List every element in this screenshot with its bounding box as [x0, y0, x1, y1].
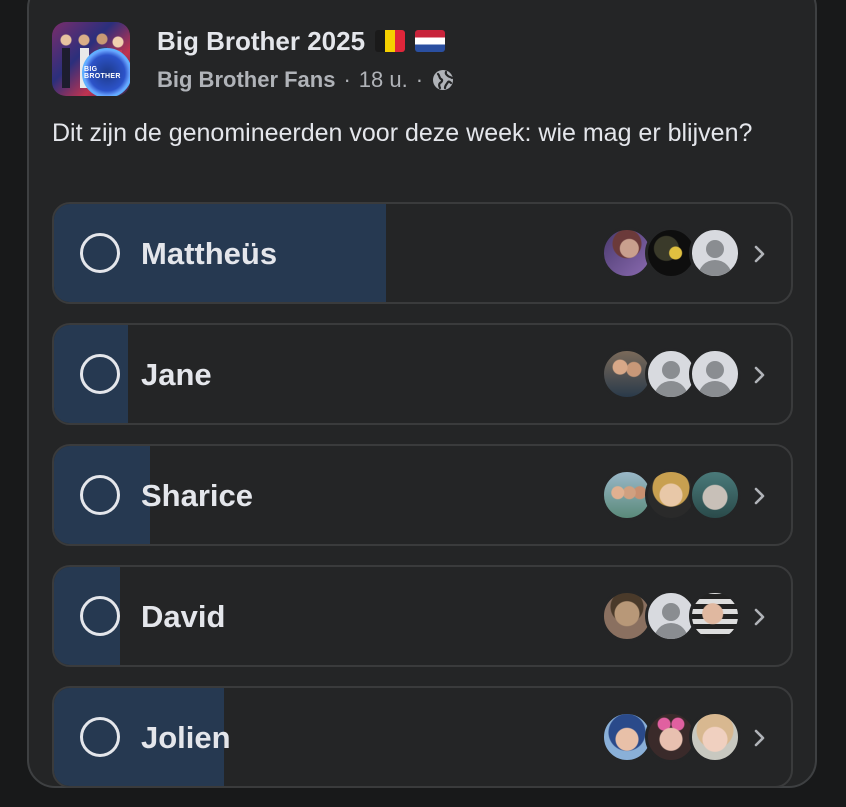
poll-option[interactable]: Mattheüs	[52, 202, 793, 304]
post-meta: Big Brother Fans · 18 u. ·	[157, 67, 455, 93]
voter-avatar	[689, 711, 741, 763]
poll-options: Mattheüs Jane Sharice David Jolien	[52, 202, 793, 807]
meta-separator: ·	[343, 67, 351, 92]
chevron-right-icon[interactable]	[753, 605, 767, 629]
chevron-right-icon[interactable]	[753, 484, 767, 508]
poll-option-label: Mattheüs	[141, 236, 278, 271]
author-name[interactable]: Big Brother Fans	[157, 67, 335, 93]
default-avatar-icon	[689, 348, 741, 400]
voter-avatars[interactable]	[601, 227, 741, 279]
poll-option-label: Jolien	[141, 720, 231, 755]
chevron-right-icon[interactable]	[753, 363, 767, 387]
poll-option[interactable]: Jane	[52, 323, 793, 425]
radio-button[interactable]	[80, 233, 120, 273]
voter-avatars[interactable]	[601, 590, 741, 642]
group-name[interactable]: Big Brother 2025	[157, 26, 446, 57]
poll-option-label: Sharice	[141, 478, 254, 513]
meta-separator: ·	[415, 67, 424, 92]
radio-button[interactable]	[80, 596, 120, 636]
voter-avatars[interactable]	[601, 348, 741, 400]
radio-button[interactable]	[80, 475, 120, 515]
group-name-text[interactable]: Big Brother 2025	[157, 26, 365, 56]
voter-avatars[interactable]	[601, 469, 741, 521]
chevron-right-icon[interactable]	[753, 242, 767, 266]
poll-option-label: David	[141, 599, 226, 634]
poll-option[interactable]: Sharice	[52, 444, 793, 546]
poll-option[interactable]: Jolien	[52, 686, 793, 788]
poll-option[interactable]: David	[52, 565, 793, 667]
post-text: Dit zijn de genomineerden voor deze week…	[52, 119, 753, 147]
poll-option-label: Jane	[141, 357, 212, 392]
radio-button[interactable]	[80, 354, 120, 394]
default-avatar-icon	[689, 227, 741, 279]
globe-icon[interactable]	[431, 68, 455, 92]
post-header: BIG BROTHER Big Brother 2025 Big Brother…	[52, 22, 752, 98]
voter-avatars[interactable]	[601, 711, 741, 763]
voter-avatar	[689, 469, 741, 521]
voter-avatar	[689, 590, 741, 642]
big-brother-logo-icon: BIG BROTHER	[82, 48, 130, 96]
group-avatar[interactable]: BIG BROTHER	[52, 22, 130, 96]
belgium-flag-icon	[375, 30, 406, 52]
netherlands-flag-icon	[415, 30, 446, 52]
chevron-right-icon[interactable]	[753, 726, 767, 750]
radio-button[interactable]	[80, 717, 120, 757]
post-time[interactable]: 18 u.	[359, 67, 408, 93]
